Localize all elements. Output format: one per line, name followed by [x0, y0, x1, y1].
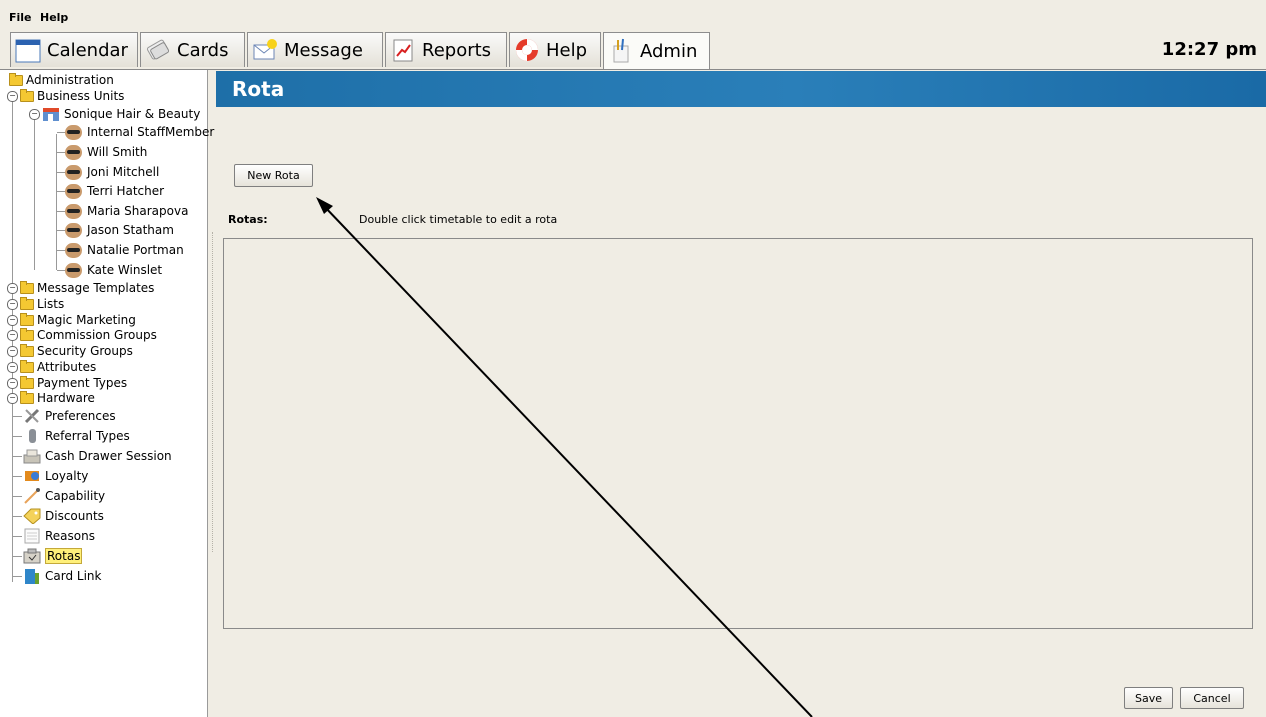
annotation-arrow — [316, 197, 813, 717]
